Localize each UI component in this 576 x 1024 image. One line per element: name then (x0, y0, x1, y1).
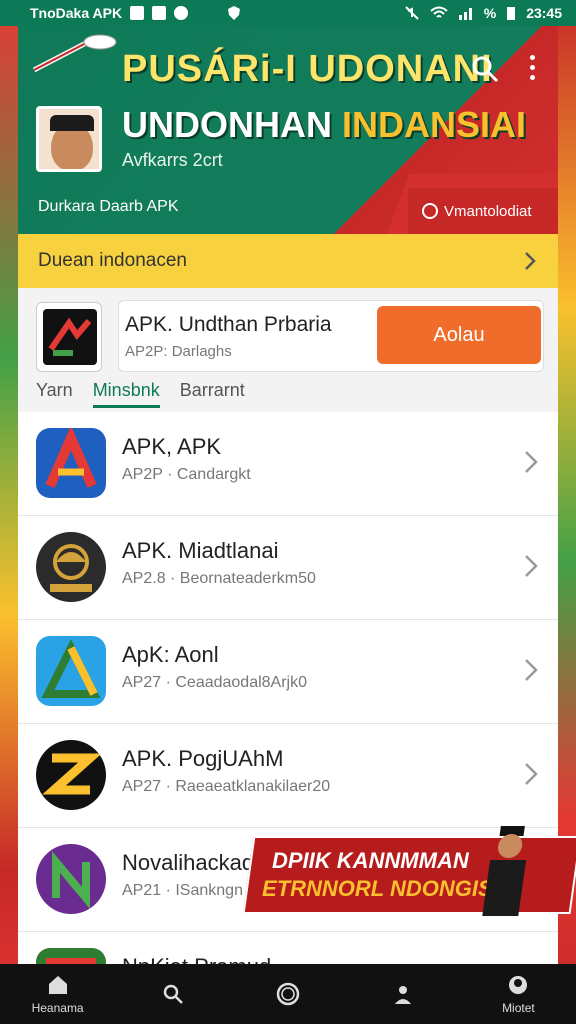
status-time: 23:45 (526, 5, 562, 21)
app-list: APK, APK AP2P · Candargkt APK. Miadtlana… (18, 412, 558, 1024)
promo-person-image (482, 826, 527, 916)
promo-line1: DPIIK KANNMMAN (271, 848, 469, 873)
nav-profile[interactable]: Miotet (461, 964, 576, 1024)
search-icon (163, 984, 183, 1004)
featured-app-card[interactable]: APK. Undthan Prbaria AP2P: Darlaghs Aola… (118, 300, 544, 372)
list-item[interactable]: APK. Miadtlanai AP2.8 · Beornateaderkm50 (18, 516, 558, 620)
header-title-line2-b: INDANSIAI (342, 104, 527, 145)
eagle-icon (36, 532, 106, 602)
featured-section: APK. Undthan Prbaria AP2P: Darlaghs Aola… (18, 288, 558, 412)
home-icon (48, 976, 67, 994)
nav-home-label: Heanama (31, 1001, 84, 1015)
avatar (36, 106, 102, 172)
featured-app-name: APK. Undthan Prbaria (125, 313, 332, 336)
battery-percent: % (483, 5, 497, 21)
a-logo-icon (36, 428, 106, 498)
app-name: APK, APK (122, 434, 222, 459)
header-title-line2-a: UNDONHAN (122, 104, 332, 145)
tab-bar: Yarn Minsbnk Barrarnt (36, 380, 245, 408)
tab-yarn[interactable]: Yarn (36, 380, 73, 408)
more-options-icon[interactable] (522, 52, 542, 82)
chevron-right-icon (525, 555, 538, 577)
app-sub: AP2.8 · Beornateaderkm50 (122, 570, 316, 587)
header-title-line2: UNDONHAN INDANSIAI (122, 104, 526, 146)
arrow-logo-icon (48, 317, 92, 356)
promo-banner[interactable]: DPIIK KANNMMAN ETRNNORL NDONGIS! (242, 826, 576, 916)
header-badge[interactable]: Vmantolodiat (408, 188, 558, 234)
wifi-icon (430, 6, 448, 18)
notification-icon-3 (174, 6, 189, 20)
bottom-navigation: Heanama Miotet (0, 964, 576, 1024)
search-icon[interactable] (470, 54, 500, 84)
app-sub: AP21 · ISankngn (122, 882, 243, 899)
chevron-right-icon (525, 252, 536, 270)
header-title-line1: PUSÁRi-I UDONANI (122, 48, 493, 90)
person-icon (395, 986, 412, 1004)
app-name: APK. Miadtlanai (122, 538, 279, 563)
triangle-logo-icon (36, 636, 106, 706)
tab-barrarnt[interactable]: Barrarnt (180, 380, 245, 408)
notification-icon-2 (152, 6, 167, 20)
list-item[interactable]: APK. PogjUAhM AP27 · Raeaeatklanakilaer2… (18, 724, 558, 828)
promo-line2: ETRNNORL NDONGIS! (262, 876, 500, 901)
app-name: APK. PogjUAhM (122, 746, 284, 771)
tab-minsbnk[interactable]: Minsbnk (92, 380, 160, 408)
profile-icon (509, 976, 528, 994)
chevron-right-icon (525, 451, 538, 473)
z-logo-icon (36, 740, 106, 810)
featured-app-icon[interactable] (36, 302, 102, 372)
battery-icon (507, 7, 516, 20)
featured-install-button[interactable]: Aolau (377, 306, 541, 364)
featured-app-sub: AP2P: Darlaghs (125, 343, 232, 360)
circle-icon (276, 982, 300, 1006)
header-subtitle: Avfkarrs 2crt (122, 150, 223, 170)
app-name: Novalihackad (122, 850, 255, 875)
app-name: ApK: Aonl (122, 642, 219, 667)
header-meta: Durkara Daarb APK (38, 198, 179, 215)
nav-person[interactable] (346, 964, 461, 1024)
n-logo-icon (36, 844, 106, 914)
nav-profile-label: Miotet (502, 1001, 535, 1015)
list-item[interactable]: ApK: Aonl AP27 · Ceaadaodal8Arjk0 (18, 620, 558, 724)
app-header: PUSÁRi-I UDONANI UNDONHAN INDANSIAI Avfk… (18, 26, 558, 234)
clock-icon (422, 203, 438, 219)
app-sub: AP27 · Ceaadaodal8Arjk0 (122, 674, 308, 691)
app-sub: AP2P · Candargkt (122, 466, 251, 483)
shield-icon (228, 6, 241, 20)
nav-center[interactable] (230, 964, 345, 1024)
avatar-cap (50, 115, 94, 131)
mute-icon (405, 6, 419, 20)
nav-search[interactable] (115, 964, 230, 1024)
notification-icon (130, 6, 145, 20)
status-app-text: TnoDaka APK (30, 5, 123, 21)
app-sub: AP27 · Raeaeatklanakilaer20 (122, 778, 331, 795)
header-badge-label: Vmantolodiat (444, 202, 532, 220)
status-bar: TnoDaka APK % 23:45 (0, 0, 576, 26)
chevron-right-icon (525, 763, 538, 785)
badminton-racket-icon (32, 34, 117, 73)
nav-home[interactable]: Heanama (0, 964, 115, 1024)
chevron-right-icon (525, 659, 538, 681)
signal-icon (458, 8, 472, 20)
category-bar-label: Duean indonacen (38, 250, 187, 271)
list-item[interactable]: APK, APK AP2P · Candargkt (18, 412, 558, 516)
category-bar[interactable]: Duean indonacen (18, 234, 558, 288)
